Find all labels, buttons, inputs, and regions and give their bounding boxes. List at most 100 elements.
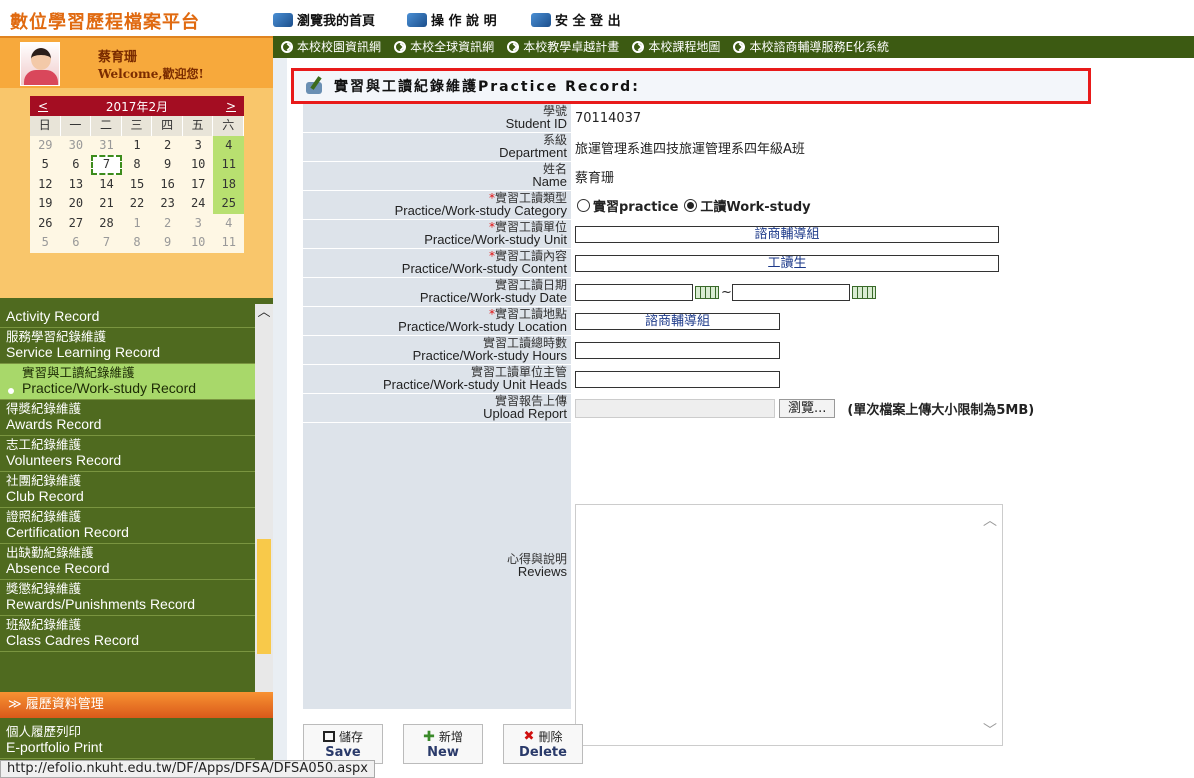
sidebar-section-resume[interactable]: ≫ 履歷資料管理 xyxy=(0,692,273,718)
unit-input[interactable]: 諮商輔導組 xyxy=(575,225,999,243)
link-curriculum-map[interactable]: 本校課程地圖 xyxy=(632,36,720,58)
field-label: 實習工讀單位主管 Practice/Work-study Unit Heads xyxy=(303,365,571,393)
calendar-day[interactable]: 24 xyxy=(183,194,214,214)
calendar-day[interactable]: 5 xyxy=(30,155,61,175)
calendar-day[interactable]: 31 xyxy=(91,136,122,156)
calendar-day[interactable]: 6 xyxy=(61,233,92,253)
calendar-day[interactable]: 29 xyxy=(30,136,61,156)
calendar-day[interactable]: 11 xyxy=(213,155,245,175)
calendar-day[interactable]: 14 xyxy=(91,175,122,195)
calendar-prev-link[interactable]: < xyxy=(38,99,48,113)
calendar-week: 12 13 14 15 16 17 18 xyxy=(30,174,245,195)
calendar-day[interactable]: 5 xyxy=(30,233,61,253)
calendar-day[interactable]: 17 xyxy=(183,175,214,195)
calendar-day[interactable]: 1 xyxy=(122,136,153,156)
sidebar-item-label: Rewards/Punishments Record xyxy=(6,596,196,612)
sidebar-scroll-thumb[interactable] xyxy=(257,539,271,654)
label-en: Practice/Work-study Hours xyxy=(412,348,567,363)
calendar-day[interactable]: 1 xyxy=(122,214,153,234)
calendar-day[interactable]: 10 xyxy=(183,155,214,175)
category-option-workstudy-label[interactable]: 工讀Work-study xyxy=(700,196,810,215)
nav-logout-label: 安 全 登 出 xyxy=(555,14,621,29)
sidebar-item-club[interactable]: 社團紀錄維護 Club Record xyxy=(0,472,255,508)
new-button[interactable]: ✚ 新增 New xyxy=(403,724,483,764)
calendar-day[interactable]: 2 xyxy=(152,136,183,156)
calendar-day[interactable]: 9 xyxy=(152,155,183,175)
nav-logout-link[interactable]: 安 全 登 出 xyxy=(531,10,621,29)
sidebar-item-absence[interactable]: 出缺勤紀錄維護 Absence Record xyxy=(0,544,255,580)
form-row-content: *實習工讀內容 Practice/Work-study Content 工讀生 xyxy=(303,249,1191,278)
calendar-day[interactable]: 15 xyxy=(122,175,153,195)
nav-home-link[interactable]: 瀏覽我的首頁 xyxy=(273,10,375,29)
calendar-day[interactable]: 8 xyxy=(122,155,153,175)
sidebar-item-practice-record[interactable]: 實習與工讀紀錄維護 Practice/Work-study Record xyxy=(0,364,255,400)
field-label: 心得與說明 Reviews xyxy=(303,423,571,709)
start-date-input[interactable] xyxy=(575,283,693,301)
link-campus-info[interactable]: 本校校園資訊網 xyxy=(281,36,381,58)
end-date-input[interactable] xyxy=(731,283,850,301)
delete-button[interactable]: ✖ 刪除 Delete xyxy=(503,724,583,764)
calendar-day[interactable]: 7 xyxy=(91,155,122,175)
form-row-category: *實習工讀類型 Practice/Work-study Category 實習p… xyxy=(303,191,1191,220)
calendar-day[interactable]: 11 xyxy=(213,233,244,253)
link-counseling-system[interactable]: 本校諮商輔導服務E化系統 xyxy=(733,36,889,58)
link-label: 本校教學卓越計畫 xyxy=(523,40,620,54)
calendar-day[interactable]: 30 xyxy=(61,136,92,156)
calendar-day[interactable]: 10 xyxy=(183,233,214,253)
hours-input[interactable] xyxy=(575,341,780,359)
calendar-icon[interactable] xyxy=(695,285,719,299)
form-row-heads: 實習工讀單位主管 Practice/Work-study Unit Heads xyxy=(303,365,1191,394)
field-label: 姓名 Name xyxy=(303,162,571,190)
calendar-day[interactable]: 22 xyxy=(122,194,153,214)
location-input[interactable]: 諮商輔導組 xyxy=(575,312,780,330)
calendar-day[interactable]: 25 xyxy=(213,194,245,214)
sidebar-item-class-cadres[interactable]: 班級紀錄維護 Class Cadres Record xyxy=(0,616,255,652)
link-global-info[interactable]: 本校全球資訊網 xyxy=(394,36,494,58)
calendar-day[interactable]: 7 xyxy=(91,233,122,253)
calendar-next-link[interactable]: > xyxy=(226,99,236,113)
browse-button[interactable]: 瀏覽... xyxy=(779,398,836,418)
sidebar-item-eportfolio-print[interactable]: 個人履歷列印 E-portfolio Print xyxy=(0,722,255,759)
sidebar-item-label: Volunteers Record xyxy=(6,452,122,468)
sidebar-item-awards[interactable]: 得獎紀錄維護 Awards Record xyxy=(0,400,255,436)
calendar-day[interactable]: 9 xyxy=(152,233,183,253)
calendar-day[interactable]: 16 xyxy=(152,175,183,195)
label-en: Name xyxy=(532,174,567,189)
calendar-day[interactable]: 21 xyxy=(91,194,122,214)
sidebar-item-certification[interactable]: 證照紀錄維護 Certification Record xyxy=(0,508,255,544)
category-radio-practice[interactable] xyxy=(577,198,590,212)
calendar-day[interactable]: 27 xyxy=(61,214,92,234)
calendar-day[interactable]: 2 xyxy=(152,214,183,234)
calendar-day[interactable]: 6 xyxy=(61,155,92,175)
calendar-icon[interactable] xyxy=(851,285,876,299)
calendar-day[interactable]: 3 xyxy=(183,136,214,156)
file-path-input[interactable] xyxy=(575,398,775,418)
nav-help-link[interactable]: 操 作 說 明 xyxy=(407,10,497,29)
sidebar-scrollbar[interactable]: ︿ xyxy=(255,304,273,706)
calendar-day[interactable]: 19 xyxy=(30,194,61,214)
calendar-day[interactable]: 28 xyxy=(91,214,122,234)
sidebar-item-volunteers[interactable]: 志工紀錄維護 Volunteers Record xyxy=(0,436,255,472)
calendar-day[interactable]: 4 xyxy=(213,135,245,155)
reviews-textarea[interactable] xyxy=(575,504,1003,746)
link-teaching-excellence[interactable]: 本校教學卓越計畫 xyxy=(507,36,619,58)
unit-heads-input[interactable] xyxy=(575,370,780,388)
category-radio-workstudy[interactable] xyxy=(684,198,698,212)
calendar-day[interactable]: 8 xyxy=(122,233,153,253)
calendar-day[interactable]: 13 xyxy=(61,175,92,195)
content-input[interactable]: 工讀生 xyxy=(575,254,999,272)
calendar-day[interactable]: 3 xyxy=(183,214,214,234)
edit-icon xyxy=(304,76,326,96)
category-option-practice-label[interactable]: 實習practice xyxy=(593,196,678,215)
sidebar-item-activity-record[interactable]: Activity Record xyxy=(0,304,255,328)
calendar-day[interactable]: 26 xyxy=(30,214,61,234)
sidebar-item-service-learning[interactable]: 服務學習紀錄維護 Service Learning Record xyxy=(0,328,255,364)
calendar-day[interactable]: 20 xyxy=(61,194,92,214)
calendar-day[interactable]: 4 xyxy=(213,214,244,234)
calendar-day[interactable]: 23 xyxy=(152,194,183,214)
calendar-day[interactable]: 12 xyxy=(30,175,61,195)
chevron-up-icon[interactable]: ︿ xyxy=(255,304,273,322)
sidebar-item-rewards[interactable]: 獎懲紀錄維護 Rewards/Punishments Record xyxy=(0,580,255,616)
save-button[interactable]: 儲存 Save xyxy=(303,724,383,764)
calendar-day[interactable]: 18 xyxy=(213,174,245,194)
